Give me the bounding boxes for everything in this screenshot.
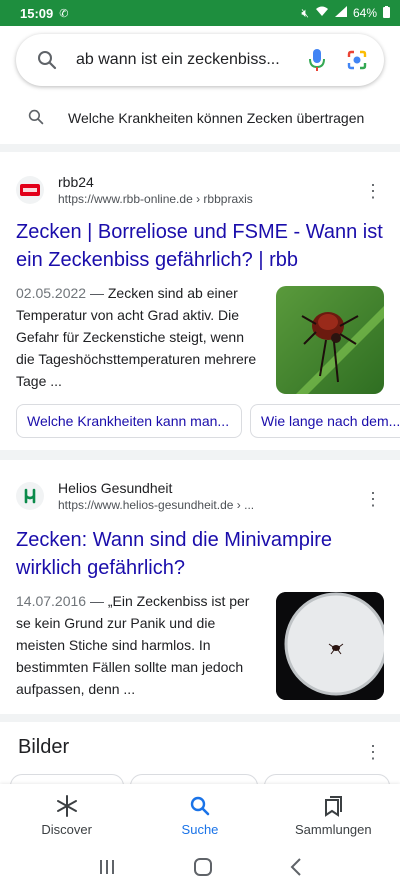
result-source-name: rbb24	[58, 174, 94, 190]
divider	[0, 450, 400, 460]
nav-label: Discover	[41, 821, 92, 837]
result-url: https://www.helios-gesundheit.de › ...	[58, 498, 255, 512]
search-bar[interactable]: ab wann ist ein zeckenbiss...	[16, 34, 384, 86]
nav-collections[interactable]: Sammlungen	[267, 784, 400, 846]
system-navigation-bar	[0, 846, 400, 892]
nav-label: Sammlungen	[295, 821, 372, 837]
result-date: 02.05.2022	[16, 285, 87, 301]
search-result: Helios Gesundheit https://www.helios-ges…	[0, 460, 400, 714]
more-options-icon[interactable]: ⋮	[364, 490, 382, 508]
asterisk-icon	[56, 794, 78, 818]
status-time: 15:09	[20, 5, 54, 21]
divider	[0, 144, 400, 152]
nav-discover[interactable]: Discover	[0, 784, 133, 846]
signal-icon	[334, 6, 347, 20]
google-lens-icon[interactable]	[344, 47, 370, 73]
status-bar: 15:09 ✆ 🔇︎ 64%	[0, 0, 400, 26]
result-date: 14.07.2016	[16, 593, 87, 609]
search-icon	[190, 794, 210, 818]
bottom-navigation: Discover Suche Sammlungen	[0, 784, 400, 846]
more-options-icon[interactable]: ⋮	[364, 742, 382, 763]
rbb24-favicon	[16, 176, 44, 204]
recent-apps-icon[interactable]	[98, 859, 116, 880]
result-snippet: 14.07.2016 — „Ein Zeckenbiss ist per se …	[16, 593, 250, 697]
result-url: https://www.rbb-online.de › rbbpraxis	[58, 192, 253, 206]
search-input[interactable]: ab wann ist ein zeckenbiss...	[76, 51, 304, 69]
images-section-title: Bilder	[18, 736, 70, 758]
home-icon[interactable]	[193, 857, 213, 882]
phone-call-icon: ✆	[59, 7, 69, 20]
bookmark-icon	[322, 794, 344, 818]
suggestion-text: Welche Krankheiten können Zecken übertra…	[68, 110, 365, 126]
nav-label: Suche	[181, 821, 219, 837]
search-suggestion[interactable]: Welche Krankheiten können Zecken übertra…	[0, 96, 400, 140]
search-icon	[34, 47, 60, 73]
battery-level: 64%	[352, 6, 377, 20]
result-source-name: Helios Gesundheit	[58, 480, 173, 496]
search-icon	[28, 109, 44, 128]
result-source[interactable]: rbb24 https://www.rbb-online.de › rbbpra…	[16, 174, 253, 206]
microphone-icon[interactable]	[304, 47, 330, 73]
nav-search[interactable]: Suche	[133, 784, 266, 846]
divider	[0, 714, 400, 722]
related-question-chip[interactable]: Welche Krankheiten kann man...	[16, 404, 242, 438]
mute-icon: 🔇︎	[301, 5, 309, 20]
tick-thumbnail-image[interactable]	[276, 286, 384, 394]
tick-under-magnifier-thumbnail-image[interactable]	[276, 592, 384, 700]
result-snippet: 02.05.2022 — Zecken sind ab einer Temper…	[16, 285, 257, 389]
result-source[interactable]: Helios Gesundheit https://www.helios-ges…	[16, 480, 254, 512]
related-question-chip[interactable]: Wie lange nach dem...	[250, 404, 400, 438]
result-title[interactable]: Zecken | Borreliose und FSME - Wann ist …	[16, 218, 384, 274]
search-result: rbb24 https://www.rbb-online.de › rbbpra…	[0, 152, 400, 450]
helios-favicon	[16, 482, 44, 510]
battery-icon	[383, 5, 390, 21]
back-icon[interactable]	[290, 857, 302, 881]
more-options-icon[interactable]: ⋮	[364, 182, 382, 200]
wifi-icon	[315, 6, 329, 20]
result-title[interactable]: Zecken: Wann sind die Minivampire wirkli…	[16, 526, 384, 582]
